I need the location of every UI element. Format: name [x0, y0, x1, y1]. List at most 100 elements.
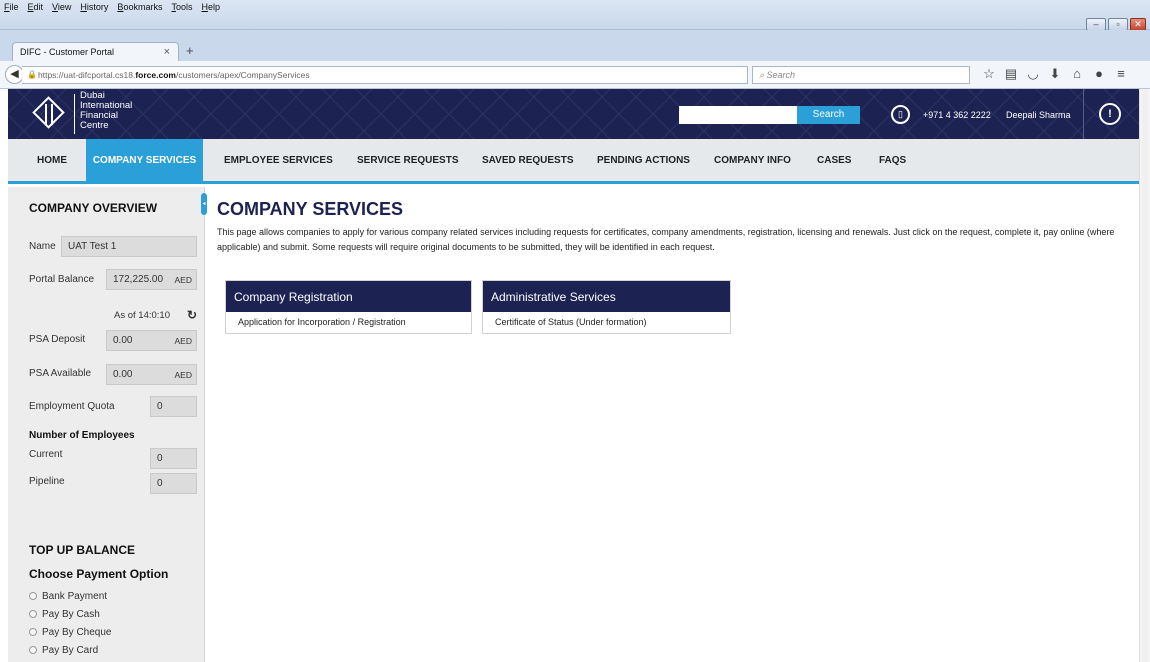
- payment-heading: Choose Payment Option: [29, 567, 169, 581]
- star-icon[interactable]: ☆: [978, 66, 1000, 82]
- payment-option-card[interactable]: Pay By Card: [29, 645, 98, 656]
- pipeline-employees-field: 0: [150, 473, 197, 494]
- browser-search-input[interactable]: ⌕ Search: [752, 66, 970, 84]
- portal-balance-field: 172,225.00 AED: [106, 269, 197, 290]
- radio-button[interactable]: [29, 610, 37, 618]
- current-value: 0: [157, 453, 163, 464]
- menu-help[interactable]: Help: [201, 2, 220, 12]
- menu-edit[interactable]: Edit: [28, 2, 44, 12]
- nav-pending-actions[interactable]: PENDING ACTIONS: [597, 139, 690, 181]
- page-description: This page allows companies to apply for …: [217, 227, 1115, 252]
- pipeline-value: 0: [157, 478, 163, 489]
- difc-logo[interactable]: Dubai International Financial Centre: [8, 89, 158, 139]
- payment-option-label: Pay By Cheque: [42, 627, 112, 638]
- sidebar-collapse-toggle[interactable]: ◂: [201, 193, 207, 215]
- card-header: Administrative Services: [483, 281, 730, 312]
- payment-option-label: Pay By Cash: [42, 609, 100, 620]
- payment-option-cheque[interactable]: Pay By Cheque: [29, 627, 112, 638]
- menu-history[interactable]: History: [80, 2, 108, 12]
- chat-icon[interactable]: ●: [1088, 66, 1110, 82]
- search-placeholder: Search: [766, 70, 796, 80]
- company-overview-sidebar: COMPANY OVERVIEW Name UAT Test 1 Portal …: [8, 187, 205, 662]
- logo-separator: [74, 94, 75, 134]
- navigation-toolbar: ◀ 🔒 https://uat-difcportal.cs18.force.co…: [0, 61, 1150, 89]
- menu-tools[interactable]: Tools: [171, 2, 192, 12]
- payment-option-label: Bank Payment: [42, 591, 108, 602]
- psa-available-field: 0.00 AED: [106, 364, 197, 385]
- psa-deposit-field: 0.00 AED: [106, 330, 197, 351]
- menu-view[interactable]: View: [52, 2, 71, 12]
- service-link[interactable]: Application for Incorporation / Registra…: [226, 312, 471, 333]
- radio-button[interactable]: [29, 592, 37, 600]
- portal-balance-currency: AED: [174, 275, 192, 285]
- header-divider: [1083, 89, 1084, 139]
- address-bar[interactable]: 🔒 https://uat-difcportal.cs18.force.com/…: [22, 66, 773, 84]
- portal-balance-label: Portal Balance: [29, 274, 95, 285]
- new-tab-icon[interactable]: +: [186, 43, 194, 58]
- refresh-icon[interactable]: ↻: [187, 308, 197, 322]
- browser-tab[interactable]: DIFC - Customer Portal ×: [12, 42, 179, 61]
- employment-quota-value: 0: [157, 401, 163, 412]
- user-profile-icon[interactable]: !: [1099, 103, 1121, 125]
- psa-deposit-currency: AED: [174, 336, 192, 346]
- radio-button[interactable]: [29, 628, 37, 636]
- search-icon: ⌕: [759, 70, 767, 80]
- psa-deposit-label: PSA Deposit: [29, 334, 86, 345]
- menu-bookmarks[interactable]: Bookmarks: [117, 2, 162, 12]
- employment-quota-field: 0: [150, 396, 197, 417]
- service-link[interactable]: Certificate of Status (Under formation): [483, 312, 730, 333]
- user-name[interactable]: Deepali Sharma: [1006, 110, 1071, 120]
- scrollbar-thumb[interactable]: [1142, 89, 1148, 662]
- main-nav: HOME COMPANY SERVICES EMPLOYEE SERVICES …: [8, 139, 1142, 184]
- vertical-scrollbar[interactable]: [1139, 89, 1150, 662]
- reading-list-icon[interactable]: ▤: [1000, 66, 1022, 82]
- name-field: UAT Test 1: [61, 236, 197, 257]
- nav-home[interactable]: HOME: [37, 139, 67, 181]
- site-search-button[interactable]: Search: [797, 106, 860, 124]
- psa-deposit-value: 0.00: [113, 335, 133, 346]
- home-icon[interactable]: ⌂: [1066, 66, 1088, 82]
- nav-service-requests[interactable]: SERVICE REQUESTS: [357, 139, 459, 181]
- service-card-company-registration: Company Registration Application for Inc…: [225, 280, 472, 334]
- nav-company-services[interactable]: COMPANY SERVICES: [86, 139, 203, 181]
- pipeline-label: Pipeline: [29, 476, 65, 487]
- download-icon[interactable]: ⬇: [1044, 66, 1066, 82]
- site-search-input[interactable]: [679, 106, 797, 124]
- menu-icon[interactable]: ≡: [1110, 66, 1132, 82]
- url-prefix: https://uat-difcportal.cs18.: [38, 70, 136, 80]
- current-label: Current: [29, 449, 63, 460]
- name-value: UAT Test 1: [68, 241, 117, 252]
- nav-cases[interactable]: CASES: [817, 139, 851, 181]
- url-domain: force.com: [135, 70, 176, 80]
- menu-file[interactable]: File: [4, 2, 19, 12]
- psa-available-label: PSA Available: [29, 368, 92, 379]
- lock-icon: 🔒: [27, 70, 37, 79]
- nav-company-info[interactable]: COMPANY INFO: [714, 139, 791, 181]
- url-path: /customers/apex/CompanyServices: [175, 70, 310, 80]
- radio-button[interactable]: [29, 646, 37, 654]
- payment-option-cash[interactable]: Pay By Cash: [29, 609, 100, 620]
- payment-option-bank[interactable]: Bank Payment: [29, 591, 107, 602]
- logo-text: Dubai International Financial Centre: [80, 91, 132, 131]
- employment-quota-label: Employment Quota: [29, 401, 115, 412]
- pocket-icon[interactable]: ◡: [1022, 66, 1044, 82]
- topup-title: TOP UP BALANCE: [29, 543, 136, 557]
- nav-saved-requests[interactable]: SAVED REQUESTS: [482, 139, 574, 181]
- psa-available-currency: AED: [174, 370, 192, 380]
- service-card-administrative-services: Administrative Services Certificate of S…: [482, 280, 731, 334]
- phone-number: +971 4 362 2222: [923, 110, 991, 120]
- site-header: Dubai International Financial Centre Sea…: [8, 89, 1142, 139]
- name-label: Name: [29, 241, 56, 252]
- close-tab-icon[interactable]: ×: [164, 46, 170, 58]
- logo-bar-right: [51, 104, 53, 125]
- current-employees-field: 0: [150, 448, 197, 469]
- logo-bar-left: [45, 104, 47, 125]
- sidebar-title: COMPANY OVERVIEW: [29, 201, 158, 215]
- browser-menubar: File Edit View History Bookmarks Tools H…: [0, 0, 1150, 31]
- logo-emblem-icon: [32, 96, 65, 129]
- payment-option-label: Pay By Card: [42, 645, 99, 656]
- phone-icon: ▯: [891, 105, 910, 124]
- tab-title: DIFC - Customer Portal: [20, 47, 115, 57]
- nav-faqs[interactable]: FAQS: [879, 139, 906, 181]
- nav-employee-services[interactable]: EMPLOYEE SERVICES: [224, 139, 333, 181]
